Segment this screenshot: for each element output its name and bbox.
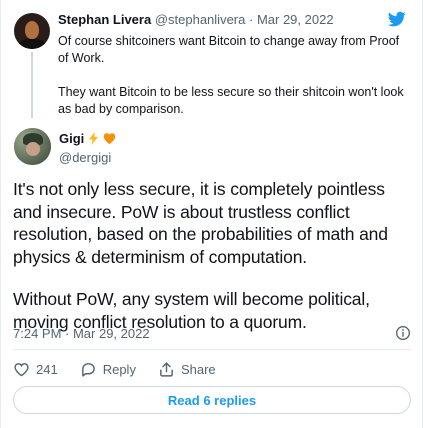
parent-author-handle[interactable]: @stephanlivera [155, 12, 246, 27]
info-icon[interactable] [395, 325, 411, 341]
twitter-bird-icon[interactable] [387, 10, 407, 28]
share-icon [160, 361, 173, 377]
header-separator: · [248, 12, 254, 27]
timestamp-row: 7:24 PM · Mar 29, 2022 [13, 324, 411, 342]
share-button[interactable]: Share [158, 361, 216, 378]
embedded-tweet-card: Stephan Livera @stephanlivera · Mar 29, … [0, 0, 423, 428]
orange-heart-emoji-icon [104, 133, 116, 145]
reply-bubble-icon [81, 362, 95, 377]
parent-avatar[interactable] [14, 13, 50, 49]
main-author-handle[interactable]: @dergigi [59, 149, 111, 166]
lightning-emoji-icon [89, 132, 99, 145]
main-author-name[interactable]: Gigi [59, 130, 84, 147]
avatar-shirt [18, 39, 46, 49]
share-label: Share [180, 361, 216, 377]
parent-tweet-date[interactable]: Mar 29, 2022 [257, 12, 334, 27]
tweet-timestamp[interactable]: 7:24 PM · Mar 29, 2022 [13, 326, 150, 341]
parent-paragraph: Of course shitcoiners want Bitcoin to ch… [58, 34, 400, 65]
parent-tweet-header: Stephan Livera @stephanlivera · Mar 29, … [58, 11, 334, 28]
parent-author-name[interactable]: Stephan Livera [58, 12, 151, 27]
main-author-name-row[interactable]: Gigi [59, 130, 116, 147]
read-replies-button[interactable]: Read 6 replies [13, 386, 411, 414]
like-button[interactable]: 241 [13, 361, 58, 378]
divider [13, 349, 411, 350]
like-count: 241 [36, 361, 58, 377]
avatar-face [26, 142, 40, 156]
parent-tweet-text: Of course shitcoiners want Bitcoin to ch… [58, 33, 410, 118]
reply-label: Reply [102, 361, 136, 377]
thread-connector-line [31, 52, 33, 118]
main-avatar[interactable] [14, 128, 51, 165]
tweet-actions: 241 Reply Share [13, 359, 238, 379]
parent-paragraph: They want Bitcoin to be less secure so t… [58, 85, 404, 116]
main-paragraph: It's not only less secure, it is complet… [13, 179, 388, 267]
main-tweet-text: It's not only less secure, it is complet… [13, 178, 413, 333]
avatar-face [25, 21, 39, 39]
reply-button[interactable]: Reply [80, 361, 136, 378]
heart-icon [14, 362, 29, 376]
